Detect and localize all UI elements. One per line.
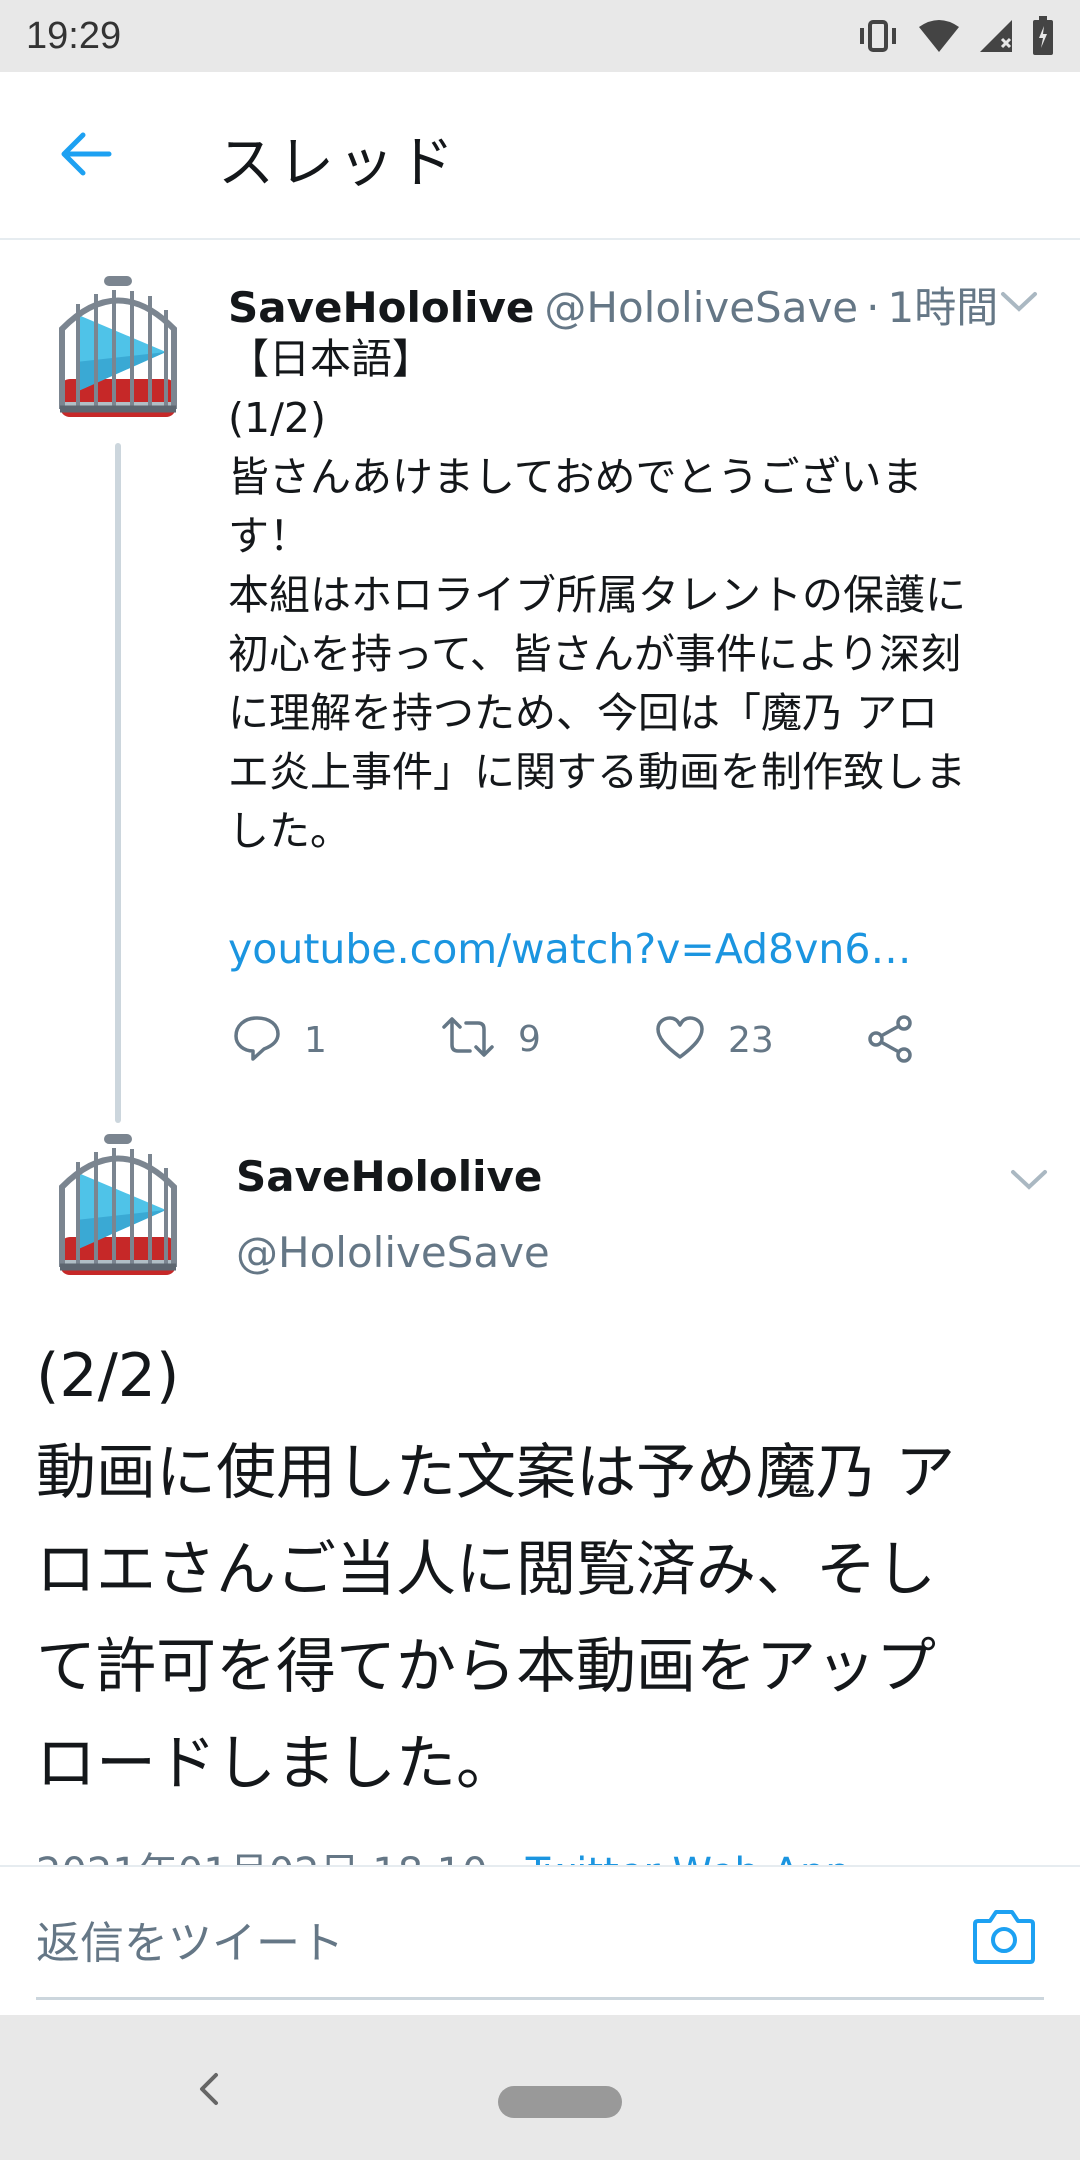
tweet-text-line: ロエさんご当人に閲覧済み、そし (36, 1535, 936, 1605)
reply-input-underline (36, 1997, 1044, 2000)
reply-icon (232, 1015, 282, 1065)
vibrate-icon (856, 18, 900, 54)
display-name[interactable]: SaveHololive (236, 1152, 542, 1201)
share-button[interactable] (866, 1015, 916, 1067)
separator-dot: · (866, 283, 880, 332)
avatar[interactable] (48, 274, 188, 434)
chevron-left-icon (190, 2073, 230, 2115)
nav-back-button[interactable] (190, 2067, 230, 2111)
system-nav-bar (0, 2015, 1080, 2160)
reply-button[interactable]: 1 (232, 1015, 327, 1065)
tweet-menu-button[interactable] (1000, 290, 1038, 318)
tweet-link[interactable]: youtube.com/watch?v=Ad8vn6… (228, 925, 911, 973)
retweet-icon (440, 1015, 496, 1063)
like-button[interactable]: 23 (654, 1015, 774, 1065)
tweet-text-line: て許可を得てから本動画をアップ (36, 1632, 936, 1702)
tweet-text-line: (2/2) (36, 1341, 180, 1411)
tweet-time[interactable]: 1時間 (888, 283, 999, 332)
handle[interactable]: @HololiveSave (544, 283, 858, 332)
status-time: 19:29 (26, 14, 122, 57)
tweet-text-line: に理解を持つため、今回は「魔乃 アロ (228, 689, 939, 737)
chevron-down-icon (1010, 1170, 1048, 1196)
tweet-header: SaveHololive @HololiveSave · 1時間 (228, 274, 998, 335)
avatar[interactable] (48, 1132, 188, 1292)
tweet-text: (2/2) 動画に使用した文案は予め魔乃 ア ロエさんご当人に閲覧済み、そし て… (36, 1328, 1056, 1813)
back-button[interactable] (50, 124, 120, 188)
arrow-left-icon (57, 130, 113, 182)
reply-input[interactable]: 返信をツイート (36, 1907, 344, 1971)
tweet-text-line: エ炎上事件」に関する動画を制作致しま (228, 748, 966, 796)
retweet-count: 9 (518, 1018, 541, 1060)
app-bar: スレッド (0, 72, 1080, 240)
display-name[interactable]: SaveHololive (228, 283, 534, 332)
timestamp: 2021年01月02日 18:10 (36, 1850, 488, 1865)
tweet-timestamp: 2021年01月02日 18:10 · Twitter Web App (36, 1840, 851, 1865)
tweet-text-line: す！ (228, 512, 310, 560)
tweet-text-line: 【日本語】 (228, 335, 433, 383)
thread-content[interactable]: SaveHololive @HololiveSave · 1時間 【日本語】 (1/2… (0, 240, 1080, 1865)
status-icons (856, 16, 1054, 56)
via-separator: · (488, 1850, 526, 1865)
nav-home-pill[interactable] (498, 2086, 622, 2118)
chevron-down-icon (1000, 292, 1038, 318)
tweet-menu-button[interactable] (1010, 1168, 1048, 1196)
tweet-actions: 1 9 23 (0, 1015, 1080, 1095)
heart-icon (654, 1015, 706, 1065)
reply-count: 1 (304, 1019, 327, 1061)
page-title: スレッド (218, 131, 458, 196)
retweet-button[interactable]: 9 (440, 1015, 541, 1063)
camera-button[interactable] (972, 1907, 1042, 1971)
camera-icon (972, 1910, 1036, 1969)
signal-icon (978, 19, 1014, 53)
like-count: 23 (728, 1019, 774, 1061)
tweet-text-line: 皆さんあけましておめでとうございま (228, 453, 923, 501)
battery-icon (1032, 16, 1054, 56)
tweet-text-line: ロードしました。 (36, 1729, 516, 1799)
via-link[interactable]: Twitter Web App (526, 1850, 851, 1865)
tweet-text-line: 動画に使用した文案は予め魔乃 ア (36, 1438, 956, 1508)
wifi-icon (918, 19, 960, 53)
tweet-text-line: 本組はホロライブ所属タレントの保護に (228, 571, 966, 619)
tweet-text-line: した。 (228, 807, 351, 855)
handle[interactable]: @HololiveSave (236, 1228, 550, 1277)
tweet-text-line: 初心を持って、皆さんが事件により深刻 (228, 630, 962, 678)
reply-composer: 返信をツイート (0, 1865, 1080, 2017)
tweet-text-line: (1/2) (228, 394, 326, 442)
tweet-text: 【日本語】 (1/2) 皆さんあけましておめでとうございま す！ 本組はホロライ… (228, 330, 1058, 861)
share-icon (866, 1015, 916, 1067)
status-bar: 19:29 (0, 0, 1080, 72)
